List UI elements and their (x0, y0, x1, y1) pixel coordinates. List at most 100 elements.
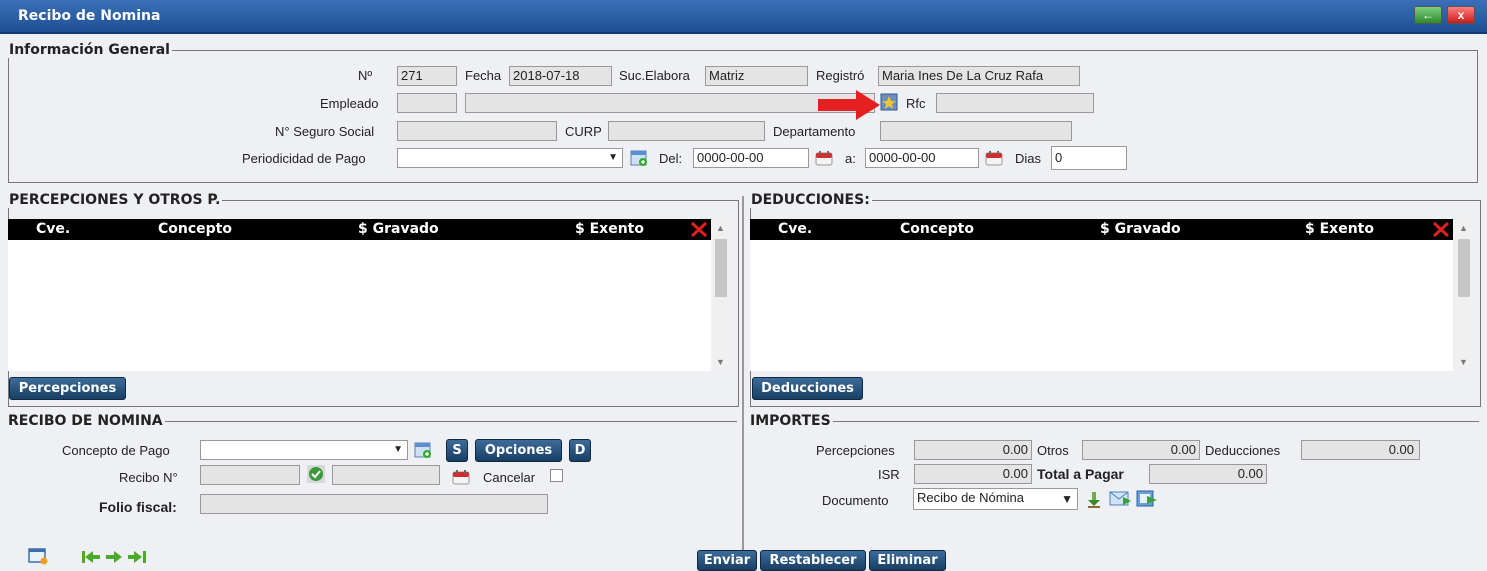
back-arrow-icon: ← (1422, 8, 1434, 22)
imp-percepciones-field[interactable]: 0.00 (914, 440, 1032, 460)
scroll-thumb[interactable] (715, 239, 727, 297)
suc-elabora-field[interactable]: Matriz (705, 66, 808, 86)
otros-label: Otros (1037, 443, 1069, 458)
total-pagar-field[interactable]: 0.00 (1149, 464, 1267, 484)
periodicidad-label: Periodicidad de Pago (242, 151, 366, 166)
dropdown-arrow-icon: ▼ (393, 444, 403, 455)
deducciones-grid-body (750, 240, 1453, 371)
eliminar-button[interactable]: Eliminar (869, 550, 946, 571)
isr-label: ISR (878, 467, 900, 482)
column-cve: Cve. (36, 221, 71, 237)
check-icon[interactable] (307, 465, 325, 483)
del-date-field[interactable]: 0000-00-00 (693, 148, 809, 168)
restablecer-button[interactable]: Restablecer (760, 550, 866, 571)
column-exento: $ Exento (1305, 221, 1374, 237)
percepciones-button[interactable]: Percepciones (9, 377, 126, 400)
deducciones-grid-header: Cve. Concepto $ Gravado $ Exento (750, 219, 1453, 240)
a-date-field[interactable]: 0000-00-00 (865, 148, 979, 168)
a-label: a: (845, 151, 856, 166)
employee-search-icon[interactable] (880, 93, 898, 111)
fecha-field[interactable]: 2018-07-18 (509, 66, 612, 86)
dropdown-arrow-icon: ▼ (608, 152, 618, 163)
dias-label: Dias (1015, 151, 1042, 166)
percepciones-legend: PERCEPCIONES Y OTROS P. (7, 192, 223, 208)
d-button[interactable]: D (569, 439, 591, 462)
seguro-social-label: N° Seguro Social (275, 124, 375, 139)
registro-label: Registró (816, 68, 865, 83)
column-exento: $ Exento (575, 221, 644, 237)
scroll-down-icon[interactable]: ▼ (1459, 357, 1468, 367)
folio-fiscal-field[interactable] (200, 494, 548, 514)
calendar-del-icon[interactable] (815, 150, 833, 166)
close-button[interactable]: x (1447, 6, 1475, 24)
column-gravado: $ Gravado (358, 221, 439, 237)
column-concepto: Concepto (158, 221, 232, 237)
last-record-icon[interactable] (127, 549, 147, 565)
scroll-up-icon[interactable]: ▲ (716, 223, 725, 233)
dias-field[interactable]: 0 (1051, 146, 1127, 170)
arrow-pointer-icon (818, 90, 880, 120)
download-icon[interactable] (1085, 490, 1103, 508)
registro-field[interactable]: Maria Ines De La Cruz Rafa (878, 66, 1080, 86)
folio-fiscal-label: Folio fiscal: (99, 499, 177, 515)
column-gravado: $ Gravado (1100, 221, 1181, 237)
column-concepto: Concepto (900, 221, 974, 237)
deducciones-total-value: 0.00 (1388, 442, 1414, 457)
calendar-a-icon[interactable] (985, 150, 1003, 166)
general-info-legend: Información General (7, 42, 172, 58)
calendar-recibo-icon[interactable] (452, 469, 470, 485)
deducciones-button[interactable]: Deducciones (752, 377, 863, 400)
concepto-pago-label: Concepto de Pago (62, 443, 170, 458)
opciones-button[interactable]: Opciones (475, 439, 562, 462)
delete-all-icon[interactable] (690, 221, 708, 238)
first-record-icon[interactable] (81, 549, 101, 565)
enviar-button[interactable]: Enviar (697, 550, 757, 571)
back-button[interactable]: ← (1414, 6, 1442, 24)
documento-value: Recibo de Nómina (917, 490, 1024, 505)
concepto-pago-select[interactable]: ▼ (200, 440, 408, 460)
recibo-extra-field[interactable] (332, 465, 440, 485)
isr-field[interactable]: 0.00 (914, 464, 1032, 484)
rfc-field[interactable] (936, 93, 1094, 113)
deducciones-legend: DEDUCCIONES: (749, 192, 872, 208)
del-label: Del: (659, 151, 683, 166)
send-email-icon[interactable] (1109, 489, 1133, 509)
numero-field[interactable]: 271 (397, 66, 457, 86)
recibo-no-label: Recibo N° (119, 470, 178, 485)
scroll-up-icon[interactable]: ▲ (1459, 223, 1468, 233)
new-document-icon[interactable] (27, 547, 49, 565)
rfc-label: Rfc (906, 96, 926, 111)
percepciones-grid-header: Cve. Concepto $ Gravado $ Exento (8, 219, 711, 240)
imp-percepciones-value: 0.00 (1002, 442, 1028, 457)
next-record-icon[interactable] (104, 549, 124, 565)
scroll-thumb[interactable] (1458, 239, 1470, 297)
scroll-down-icon[interactable]: ▼ (716, 357, 725, 367)
center-divider (742, 196, 744, 556)
deducciones-scrollbar[interactable]: ▲ ▼ (1456, 219, 1472, 371)
recibo-legend: RECIBO DE NOMINA (6, 413, 165, 429)
documento-label: Documento (822, 493, 889, 508)
export-icon[interactable] (1135, 489, 1159, 509)
empleado-name-field[interactable] (465, 93, 875, 113)
empleado-label: Empleado (320, 96, 379, 111)
curp-label: CURP (565, 124, 602, 139)
percepciones-scrollbar[interactable]: ▲ ▼ (713, 219, 729, 371)
departamento-field[interactable] (880, 121, 1072, 141)
documento-select[interactable]: Recibo de Nómina ▼ (913, 488, 1078, 510)
deducciones-total-field[interactable]: 0.00 (1301, 440, 1420, 460)
cancelar-checkbox[interactable] (550, 469, 563, 482)
otros-field[interactable]: 0.00 (1082, 440, 1200, 460)
curp-field[interactable] (608, 121, 765, 141)
empleado-id-field[interactable] (397, 93, 457, 113)
periodicidad-select[interactable]: ▼ (397, 148, 623, 168)
delete-all-icon[interactable] (1432, 221, 1450, 238)
add-periodicidad-icon[interactable] (630, 149, 648, 167)
fecha-label: Fecha (465, 68, 502, 83)
total-pagar-value: 0.00 (1237, 466, 1263, 481)
add-concepto-icon[interactable] (414, 441, 432, 459)
dropdown-arrow-icon: ▼ (1061, 492, 1073, 506)
recibo-no-field[interactable] (200, 465, 300, 485)
s-button[interactable]: S (446, 439, 468, 462)
otros-value: 0.00 (1170, 442, 1196, 457)
seguro-social-field[interactable] (397, 121, 557, 141)
